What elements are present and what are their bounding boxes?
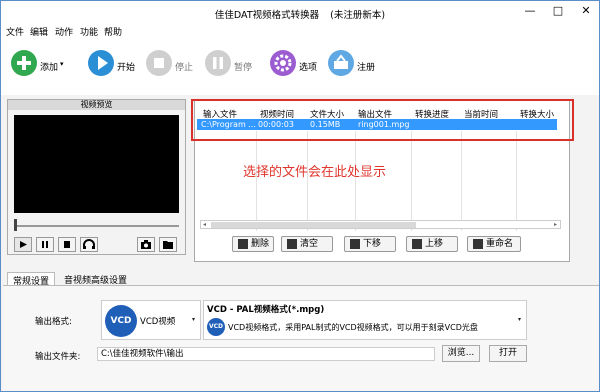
open-folder-button[interactable] [159,237,177,252]
pause-label: 暂停 [234,63,253,73]
video-preview-panel: 视频预览 [7,99,186,255]
stop-label: 停止 [175,63,194,73]
options-label: 选项 [299,63,318,73]
column-divider [516,131,517,231]
column-divider [307,131,308,231]
trash-icon [238,239,248,249]
pause-small-button[interactable] [36,237,54,252]
move-down-label: 下移 [363,239,382,249]
volume-button[interactable] [80,237,98,252]
seek-handle[interactable] [14,219,17,231]
headphones-icon [83,239,95,249]
empty-hint-text: 选择的文件会在此处显示 [243,165,387,180]
rename-button[interactable]: 重命名 [467,236,521,252]
folder-icon [163,241,173,249]
seek-slider[interactable] [14,225,179,227]
vcd-icon: VCD [105,305,137,337]
stop-small-button[interactable] [58,237,76,252]
browse-button[interactable]: 浏览... [442,345,480,362]
rename-label: 重命名 [486,239,514,249]
format-title: VCD - PAL视频格式(*.mpg) [207,305,325,315]
pause-button[interactable]: 暂停 [204,49,254,79]
output-format-label: 输出格式: [35,317,72,327]
title-bar: 佳佳DAT视频格式转换器 (未注册新本) — □ ✕ [1,1,599,23]
start-button[interactable]: 开始 [87,49,137,79]
move-up-button[interactable]: 上移 [406,236,458,252]
add-icon [11,50,37,76]
play-small-icon [20,241,27,248]
play-icon [88,50,114,76]
column-divider [355,131,356,231]
column-divider [461,131,462,231]
chevron-down-icon: ▾ [192,316,196,323]
rename-icon [473,239,483,249]
window-title: 佳佳DAT视频格式转换器 (未注册新本) [1,7,599,21]
add-label: 添加 [40,63,59,73]
options-button[interactable]: 选项 [269,49,319,79]
clear-x-icon [287,239,297,249]
stop-small-icon [64,241,70,248]
toolbar: 添加 ▾ 开始 停止 暂停 选项 注册 [1,37,599,95]
format-detail-select[interactable]: VCD - PAL视频格式(*.mpg) VCD VCD视频格式，采用PAL制式… [203,300,527,340]
snapshot-button[interactable] [137,237,155,252]
play-button[interactable] [14,237,32,252]
scroll-thumb[interactable] [211,222,416,228]
pause-icon [205,50,231,76]
app-subtitle: (未注册新本) [330,10,386,21]
clear-button[interactable]: 清空 [281,236,333,252]
app-window: 佳佳DAT视频格式转换器 (未注册新本) — □ ✕ 文件 编辑 动作 功能 帮… [0,0,600,392]
close-button[interactable]: ✕ [573,3,599,21]
open-button[interactable]: 打开 [489,345,527,362]
pause-small-icon [42,241,48,248]
settings-tabs: 常规设置 音视频高级设置 [3,272,599,287]
delete-button[interactable]: 删除 [232,236,274,252]
app-title: 佳佳DAT视频格式转换器 [214,10,320,21]
move-up-label: 上移 [425,239,444,249]
column-divider [411,131,412,231]
format-description: VCD视频格式，采用PAL制式的VCD视频格式，可以用于刻录VCD光盘 [228,323,478,332]
tab-general-settings[interactable]: 常规设置 [7,272,56,287]
move-down-button[interactable]: 下移 [344,236,396,252]
register-button[interactable]: 注册 [327,49,377,79]
scroll-right-icon[interactable]: ▸ [554,221,557,229]
video-screen [14,115,179,213]
column-divider [256,131,257,231]
gear-icon [270,50,296,76]
video-preview-header: 视频预览 [8,100,185,110]
stop-icon [146,50,172,76]
delete-label: 删除 [251,239,270,249]
horizontal-scrollbar[interactable]: ◂ ▸ [200,220,561,229]
output-folder-label: 输出文件夹: [35,352,81,362]
format-category-name: VCD视频 [140,317,176,327]
clear-label: 清空 [300,239,319,249]
start-label: 开始 [117,63,136,73]
arrow-down-icon [350,239,360,249]
stop-button[interactable]: 停止 [145,49,195,79]
basket-icon [328,50,354,76]
minimize-button[interactable]: — [517,3,543,21]
highlight-frame [191,99,574,141]
add-dropdown-icon[interactable]: ▾ [60,60,64,68]
camera-icon [141,240,151,249]
maximize-button[interactable]: □ [545,3,571,21]
format-category-select[interactable]: VCD VCD视频 ▾ [101,300,201,340]
vcd-small-icon: VCD [207,318,225,336]
arrow-up-icon [412,239,422,249]
scroll-left-icon[interactable]: ◂ [203,221,206,229]
register-label: 注册 [357,63,376,73]
chevron-down-icon: ▾ [518,316,522,323]
output-folder-input[interactable]: C:\佳佳视频软件\输出 [97,347,435,361]
menu-bar: 文件 编辑 动作 功能 帮助 [1,23,599,38]
add-button[interactable]: 添加 ▾ [10,49,70,79]
tab-advanced-settings[interactable]: 音视频高级设置 [59,272,132,286]
